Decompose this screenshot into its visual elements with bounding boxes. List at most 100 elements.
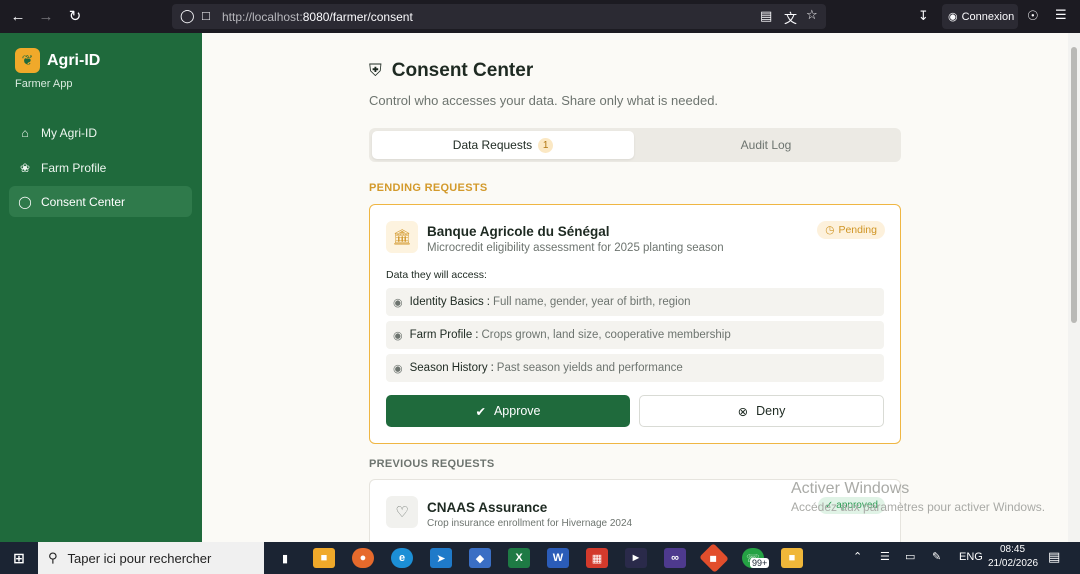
browser-toolbar: ← → ↻ ◯ □ http://localhost:8080/farmer/c…: [0, 0, 1080, 33]
leaf-logo-icon: ❦: [15, 48, 40, 73]
section-previous-label: PREVIOUS REQUESTS: [369, 458, 495, 470]
deny-button[interactable]: ⊗ Deny: [639, 395, 884, 427]
brand-name: Agri-ID: [47, 51, 101, 69]
translate-icon[interactable]: 文: [784, 8, 797, 27]
count-badge: 1: [538, 137, 554, 153]
taskbar-search[interactable]: ⚲ Taper ici pour rechercher: [38, 542, 264, 574]
bank-icon: 🏛: [386, 221, 418, 253]
approve-button[interactable]: ✔ Approve: [386, 395, 630, 427]
status-badge: ◷ Pending: [817, 221, 885, 239]
terminal-icon[interactable]: ►: [625, 548, 647, 568]
address-bar[interactable]: ◯ □ http://localhost:8080/farmer/consent…: [172, 4, 826, 29]
tab-label: Audit Log: [740, 138, 792, 152]
task-view-icon[interactable]: ▮: [274, 548, 296, 568]
sidebar-item-farm-profile[interactable]: ❀ Farm Profile: [9, 152, 192, 183]
field-name: Identity Basics: [409, 296, 484, 308]
institution-name: CNAAS Assurance: [427, 500, 548, 515]
reload-icon[interactable]: ↻: [64, 5, 86, 27]
brand: ❦ Agri-ID: [15, 48, 100, 73]
store-icon[interactable]: ■: [313, 548, 335, 568]
notification-count-badge: 99+: [750, 558, 770, 568]
tab-label: Data Requests: [452, 138, 533, 152]
field-name: Farm Profile: [409, 329, 473, 341]
field-separator: :: [486, 296, 490, 308]
notifications-icon[interactable]: ▤: [1048, 549, 1060, 565]
sidebar-item-consent-center[interactable]: ◯ Consent Center: [9, 186, 192, 217]
pen-icon[interactable]: ✎: [932, 550, 941, 563]
leaf-icon: ❀: [19, 160, 31, 175]
shield-icon: ⛨: [369, 61, 382, 80]
app-icon[interactable]: ◆: [469, 548, 491, 568]
page-header: ⛨ Consent Center: [369, 60, 533, 82]
eye-icon: ◉: [393, 329, 403, 342]
account-icon: ◉: [948, 11, 958, 23]
shield-icon: ◯: [180, 8, 195, 23]
windows-start-icon[interactable]: ⊞: [8, 548, 30, 568]
clock-date[interactable]: 21/02/2026: [988, 558, 1038, 569]
menu-icon[interactable]: ☰: [1055, 7, 1067, 23]
home-icon: ⌂: [21, 125, 29, 140]
data-field-row: ◉ Season History: Past season yields and…: [386, 354, 884, 382]
sidebar-item-label: Farm Profile: [41, 160, 107, 175]
signin-button[interactable]: ◉ Connexion: [942, 4, 1018, 29]
data-field-row: ◉ Farm Profile: Crops grown, land size, …: [386, 321, 884, 349]
institution-name: Banque Agricole du Sénégal: [427, 224, 610, 239]
pending-request-card: 🏛 Banque Agricole du Sénégal Microcredit…: [369, 204, 901, 444]
forward-icon[interactable]: →: [35, 5, 57, 27]
file-explorer-icon[interactable]: ■: [781, 548, 803, 568]
sidebar-item-my-agri-id[interactable]: ⌂ My Agri-ID: [9, 117, 192, 148]
tab-data-requests[interactable]: Data Requests 1: [372, 131, 634, 159]
firefox-icon[interactable]: ●: [352, 548, 374, 568]
reader-view-icon[interactable]: ▤: [760, 8, 772, 24]
sidebar-item-label: My Agri-ID: [41, 125, 98, 140]
vscode-icon[interactable]: ➤: [430, 548, 452, 568]
scroll-thumb[interactable]: [1071, 47, 1077, 323]
eye-icon: ◉: [393, 296, 403, 309]
heart-icon: ♡: [386, 496, 418, 528]
back-icon[interactable]: ←: [7, 5, 29, 27]
x-circle-icon: ⊗: [737, 404, 749, 419]
extensions-icon[interactable]: ☉: [1027, 8, 1039, 24]
field-description: Crops grown, land size, cooperative memb…: [481, 329, 731, 341]
page-title: Consent Center: [391, 60, 534, 81]
approve-label: Approve: [493, 404, 541, 418]
check-circle-icon: ✔: [475, 404, 486, 419]
tab-bar: Data Requests 1 Audit Log: [369, 128, 901, 162]
clock-icon: ◷: [825, 224, 835, 236]
clock-time[interactable]: 08:45: [1000, 544, 1025, 555]
activation-watermark-title: Activer Windows: [791, 480, 910, 497]
shield-icon: ◯: [18, 194, 32, 209]
scrollbar[interactable]: [1068, 33, 1080, 542]
page-subtitle: Control who accesses your data. Share on…: [369, 93, 719, 108]
activation-watermark-text: Accédez aux paramètres pour activer Wind…: [791, 500, 1046, 514]
eye-icon: ◉: [393, 362, 403, 375]
main-content: ⛨ Consent Center Control who accesses yo…: [202, 33, 1068, 542]
tab-audit-log[interactable]: Audit Log: [634, 131, 898, 159]
sidebar: ❦ Agri-ID Farmer App ⌂ My Agri-ID ❀ Farm…: [0, 33, 202, 542]
word-icon[interactable]: W: [547, 548, 569, 568]
signin-label: Connexion: [961, 10, 1015, 23]
access-label: Data they will access:: [386, 269, 487, 281]
field-name: Season History: [409, 362, 488, 374]
chevron-up-icon[interactable]: ⌃: [853, 550, 862, 563]
request-purpose: Crop insurance enrollment for Hivernage …: [427, 518, 633, 529]
download-icon[interactable]: ↧: [918, 8, 929, 24]
field-description: Past season yields and performance: [496, 362, 683, 374]
git-icon[interactable]: ◆: [699, 543, 729, 573]
url-text: http://localhost:8080/farmer/consent: [222, 9, 413, 24]
search-placeholder: Taper ici pour rechercher: [67, 550, 212, 566]
page-icon: □: [202, 8, 210, 23]
language-indicator[interactable]: ENG: [959, 551, 983, 563]
grid-app-icon[interactable]: ▦: [586, 548, 608, 568]
edge-icon[interactable]: e: [391, 548, 413, 568]
field-separator: :: [475, 329, 479, 341]
bookmark-star-icon[interactable]: ☆: [806, 7, 818, 23]
wifi-icon[interactable]: ☰: [880, 550, 890, 563]
request-purpose: Microcredit eligibility assessment for 2…: [427, 242, 724, 254]
visual-studio-icon[interactable]: ∞: [664, 548, 686, 568]
deny-label: Deny: [756, 404, 786, 418]
excel-icon[interactable]: X: [508, 548, 530, 568]
sidebar-item-label: Consent Center: [41, 194, 126, 209]
status-label: Pending: [838, 224, 877, 236]
battery-icon[interactable]: ▭: [905, 550, 915, 563]
